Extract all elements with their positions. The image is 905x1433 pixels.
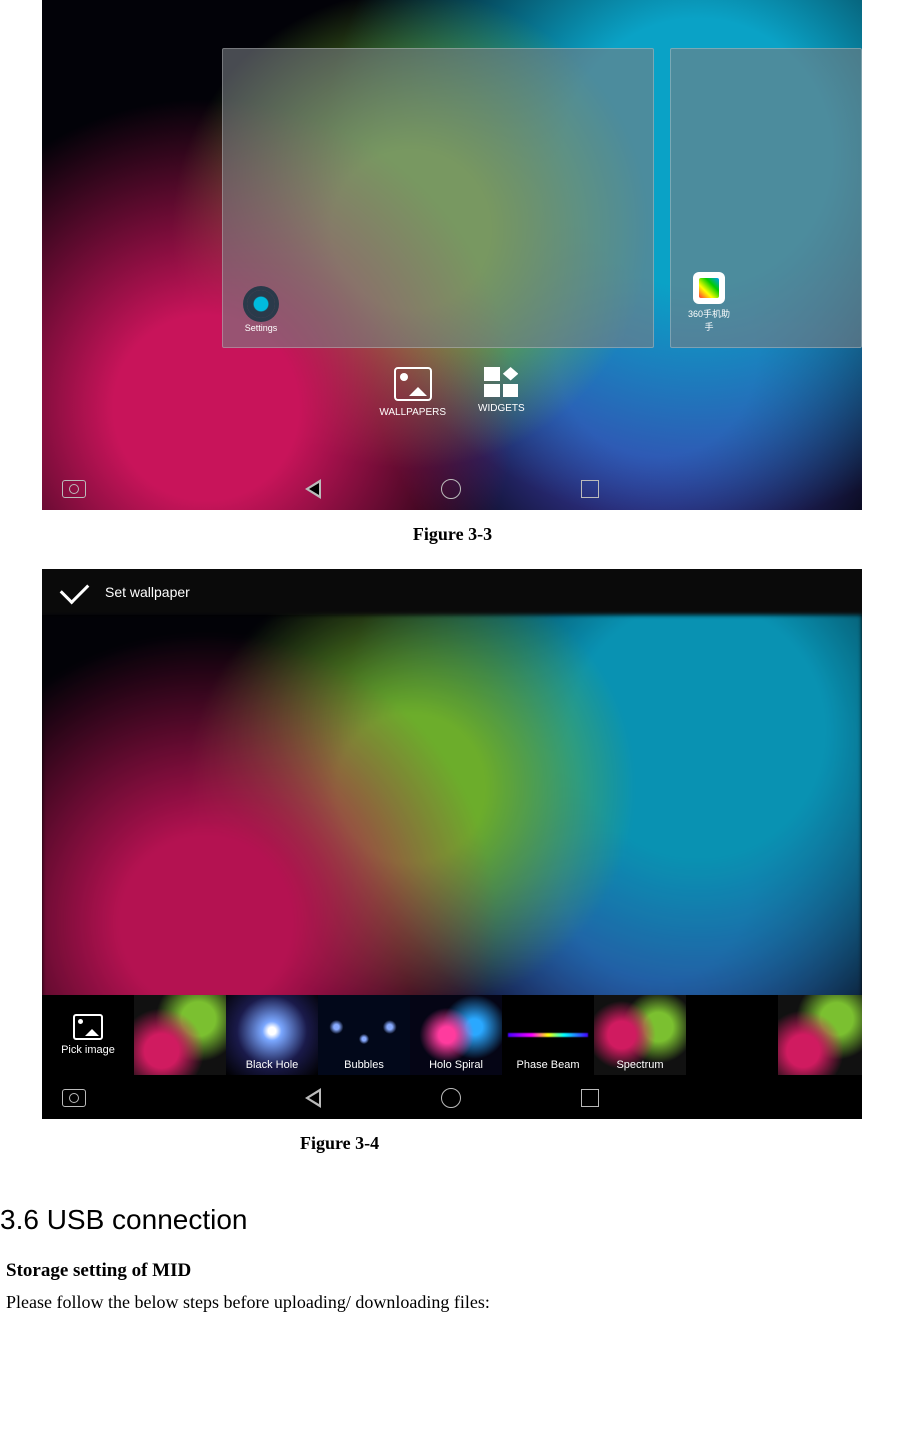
image-icon: [73, 1014, 103, 1040]
gear-icon: [247, 290, 275, 318]
home-panel-1[interactable]: Settings: [222, 48, 654, 348]
wallpaper-thumb[interactable]: [778, 995, 862, 1075]
wallpapers-icon: [394, 367, 432, 401]
figure-3-4-screenshot: Set wallpaper Pick image Black Hole Bubb…: [42, 569, 862, 1119]
wallpapers-button[interactable]: WALLPAPERS: [379, 367, 446, 418]
thumb-label: Black Hole: [226, 1059, 318, 1071]
wallpaper-thumb-phase-beam[interactable]: Phase Beam: [502, 995, 594, 1075]
storage-paragraph: Please follow the below steps before upl…: [6, 1292, 905, 1313]
pick-image-label: Pick image: [61, 1044, 115, 1056]
360-app[interactable]: 360手机助手: [685, 272, 733, 333]
wallpaper-preview[interactable]: [42, 615, 862, 999]
settings-app[interactable]: Settings: [237, 288, 285, 333]
wallpaper-thumb[interactable]: [686, 995, 778, 1075]
home-actions-row: WALLPAPERS WIDGETS: [42, 367, 862, 418]
back-button[interactable]: [305, 1088, 321, 1108]
widgets-label: WIDGETS: [478, 403, 525, 414]
confirm-check-icon[interactable]: [60, 574, 90, 604]
360-app-icon: [693, 272, 725, 304]
set-wallpaper-header: Set wallpaper: [42, 569, 862, 615]
thumb-label: Bubbles: [318, 1059, 410, 1071]
set-wallpaper-title: Set wallpaper: [105, 584, 190, 600]
recents-button[interactable]: [581, 1089, 599, 1107]
settings-app-label: Settings: [245, 323, 278, 333]
android-nav-bar: [42, 468, 862, 510]
home-button[interactable]: [441, 479, 461, 499]
wallpaper-thumbs-row[interactable]: Pick image Black Hole Bubbles Holo Spira…: [42, 995, 862, 1075]
thumb-label: Spectrum: [594, 1059, 686, 1071]
360-app-label: 360手机助手: [688, 309, 730, 332]
wallpapers-label: WALLPAPERS: [379, 407, 446, 418]
recents-button[interactable]: [581, 480, 599, 498]
back-button[interactable]: [305, 479, 321, 499]
android-nav-bar: [42, 1077, 862, 1119]
thumb-label: Holo Spiral: [410, 1059, 502, 1071]
home-panels: Settings 360手机助手: [222, 48, 862, 348]
wallpaper-thumb-holo-spiral[interactable]: Holo Spiral: [410, 995, 502, 1075]
figure-3-4-caption: Figure 3-4: [300, 1133, 905, 1154]
home-button[interactable]: [441, 1088, 461, 1108]
figure-3-3-screenshot: ✱ ▯ ▮ 10:21 AM Settings 360手机助手 WALLPAPE…: [42, 0, 862, 510]
wallpaper-thumb-spectrum[interactable]: Spectrum: [594, 995, 686, 1075]
home-panel-2[interactable]: 360手机助手: [670, 48, 862, 348]
wallpaper-thumb-black-hole[interactable]: Black Hole: [226, 995, 318, 1075]
wallpaper-thumb-bubbles[interactable]: Bubbles: [318, 995, 410, 1075]
widgets-icon: [484, 367, 518, 397]
thumb-label: Phase Beam: [502, 1059, 594, 1071]
figure-3-3-caption: Figure 3-3: [0, 524, 905, 545]
screenshot-icon[interactable]: [62, 480, 86, 498]
pick-image-button[interactable]: Pick image: [42, 995, 134, 1075]
section-heading-3-6: 3.6 USB connection: [0, 1204, 905, 1236]
storage-subheading: Storage setting of MID: [6, 1260, 905, 1282]
widgets-button[interactable]: WIDGETS: [478, 367, 525, 418]
wallpaper-thumb[interactable]: [134, 995, 226, 1075]
screenshot-icon[interactable]: [62, 1089, 86, 1107]
